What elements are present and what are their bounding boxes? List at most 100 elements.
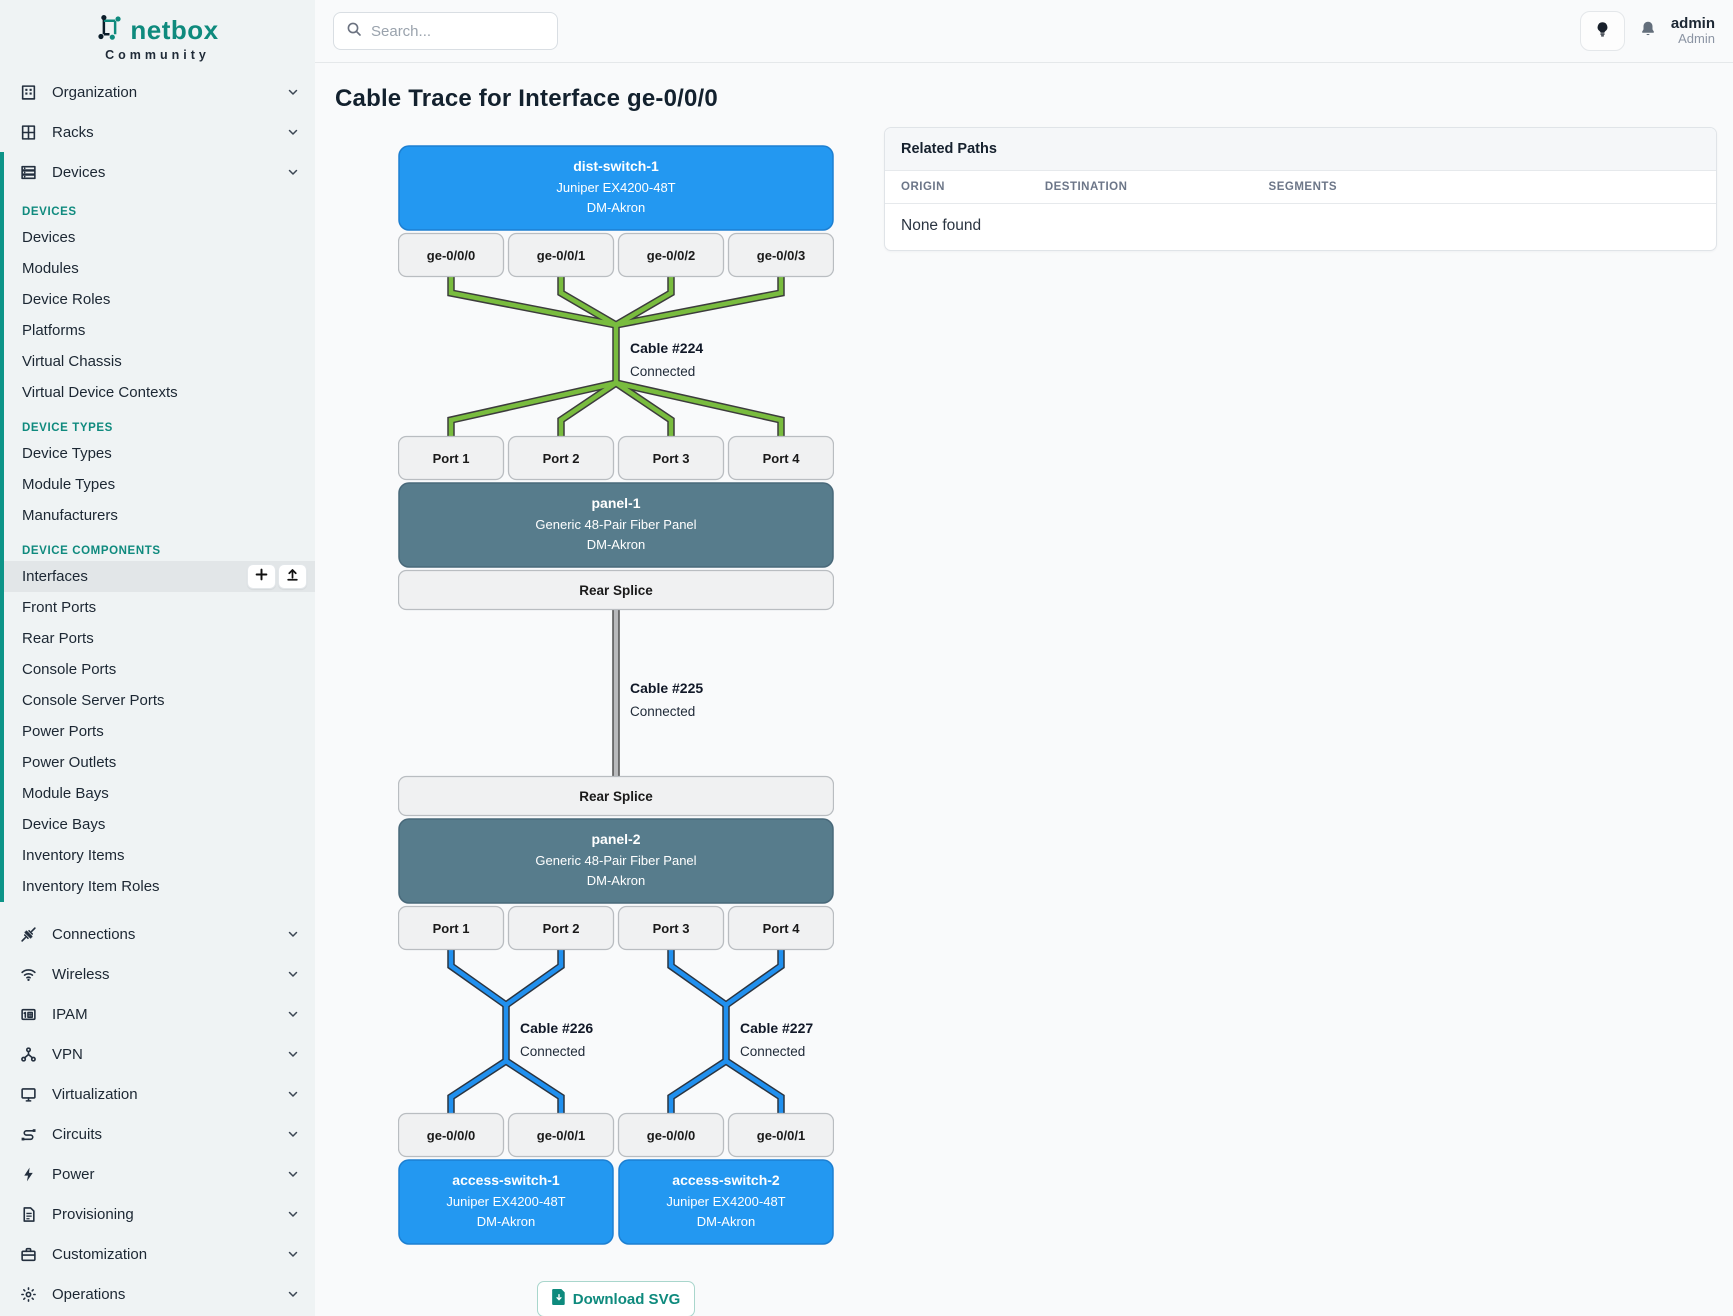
sidebar-group-devices[interactable]: Devices [4, 152, 315, 192]
sidebar-item-device-bays[interactable]: Device Bays [4, 809, 315, 840]
sidebar-item-inventory-item-roles[interactable]: Inventory Item Roles [4, 871, 315, 902]
port-box-port-3[interactable]: Port 3 [619, 437, 724, 480]
sidebar-item-label: Inventory Item Roles [22, 878, 160, 895]
sidebar-item-virtual-device-contexts[interactable]: Virtual Device Contexts [4, 377, 315, 408]
sidebar-item-label: Rear Ports [22, 630, 94, 647]
port-box-ge-0-0-3[interactable]: ge-0/0/3 [729, 234, 834, 277]
chevron-down-icon [287, 928, 299, 940]
cable-cable224: Cable #224Connected [451, 277, 781, 436]
sidebar-group-circuits[interactable]: Circuits [0, 1114, 315, 1154]
cable-label[interactable]: Cable #227 [740, 1020, 813, 1036]
port-box-ge-0-0-0[interactable]: ge-0/0/0 [619, 1114, 724, 1157]
add-interface-button[interactable] [247, 564, 276, 589]
sidebar-item-power-ports[interactable]: Power Ports [4, 716, 315, 747]
search-box[interactable] [333, 12, 558, 50]
sidebar-item-interfaces[interactable]: Interfaces [4, 561, 315, 592]
sidebar-item-console-ports[interactable]: Console Ports [4, 654, 315, 685]
sidebar-item-label: Power Ports [22, 723, 104, 740]
download-svg-button[interactable]: Download SVG [537, 1281, 696, 1316]
port-label: ge-0/0/0 [647, 1128, 695, 1143]
sidebar-item-manufacturers[interactable]: Manufacturers [4, 500, 315, 531]
sidebar-group-virtualization[interactable]: Virtualization [0, 1074, 315, 1114]
port-box-port-1[interactable]: Port 1 [399, 437, 504, 480]
cable-cable226: Cable #226Connected [451, 950, 593, 1113]
sidebar-group-label: Virtualization [52, 1086, 287, 1103]
sidebar-group-customization[interactable]: Customization [0, 1234, 315, 1274]
port-box-ge-0-0-1[interactable]: ge-0/0/1 [729, 1114, 834, 1157]
port-box-port-4[interactable]: Port 4 [729, 907, 834, 950]
sidebar-item-module-types[interactable]: Module Types [4, 469, 315, 500]
sidebar-item-platforms[interactable]: Platforms [4, 315, 315, 346]
cable-trace-column: Cable #224ConnectedCable #225ConnectedCa… [398, 127, 834, 1316]
cable-label[interactable]: Cable #225 [630, 680, 703, 696]
sidebar-item-device-types[interactable]: Device Types [4, 438, 315, 469]
sidebar-group-ipam[interactable]: IPAM [0, 994, 315, 1034]
sidebar-group-organization[interactable]: Organization [0, 72, 315, 112]
sidebar-item-label: Module Types [22, 476, 115, 493]
wifi-icon [20, 966, 37, 983]
sidebar-item-power-outlets[interactable]: Power Outlets [4, 747, 315, 778]
notifications-button[interactable] [1639, 20, 1657, 43]
sidebar-item-module-bays[interactable]: Module Bays [4, 778, 315, 809]
port-box-port-4[interactable]: Port 4 [729, 437, 834, 480]
bolt-icon [20, 1166, 37, 1183]
monitor-icon [20, 1086, 37, 1103]
import-interfaces-button[interactable] [278, 564, 307, 589]
sidebar-group-label: Operations [52, 1286, 287, 1303]
device-model: Generic 48-Pair Fiber Panel [535, 853, 696, 868]
cable-label[interactable]: Cable #224 [630, 340, 703, 356]
device-box-access-switch-1[interactable]: access-switch-1Juniper EX4200-48TDM-Akro… [399, 1160, 613, 1244]
sidebar-group-label: Racks [52, 124, 287, 141]
sidebar-item-modules[interactable]: Modules [4, 253, 315, 284]
sidebar-item-inventory-items[interactable]: Inventory Items [4, 840, 315, 871]
theme-toggle-button[interactable] [1580, 11, 1625, 51]
device-box-panel-2[interactable]: panel-2Generic 48-Pair Fiber PanelDM-Akr… [399, 819, 833, 903]
rear-splice-box[interactable]: Rear Splice [399, 777, 834, 816]
sidebar-group-connections[interactable]: Connections [0, 914, 315, 954]
sidebar-item-devices[interactable]: Devices [4, 222, 315, 253]
sidebar-group-racks[interactable]: Racks [0, 112, 315, 152]
cable-cable225: Cable #225Connected [616, 610, 703, 776]
port-box-ge-0-0-1[interactable]: ge-0/0/1 [509, 1114, 614, 1157]
sidebar-item-virtual-chassis[interactable]: Virtual Chassis [4, 346, 315, 377]
brand[interactable]: netbox Community [0, 0, 315, 72]
ipam-icon [20, 1006, 37, 1023]
port-box-ge-0-0-1[interactable]: ge-0/0/1 [509, 234, 614, 277]
device-box-access-switch-2[interactable]: access-switch-2Juniper EX4200-48TDM-Akro… [619, 1160, 833, 1244]
port-box-port-2[interactable]: Port 2 [509, 437, 614, 480]
circuit-icon [20, 1126, 37, 1143]
rack-icon [20, 124, 37, 141]
port-label: ge-0/0/1 [537, 1128, 585, 1143]
sidebar-group-vpn[interactable]: VPN [0, 1034, 315, 1074]
port-label: Port 2 [543, 451, 580, 466]
cable-label[interactable]: Cable #226 [520, 1020, 593, 1036]
chevron-down-icon [287, 1248, 299, 1260]
sidebar-item-label: Manufacturers [22, 507, 118, 524]
sidebar-item-device-roles[interactable]: Device Roles [4, 284, 315, 315]
device-name: dist-switch-1 [573, 158, 659, 174]
port-box-port-3[interactable]: Port 3 [619, 907, 724, 950]
port-box-port-1[interactable]: Port 1 [399, 907, 504, 950]
device-box-panel-1[interactable]: panel-1Generic 48-Pair Fiber PanelDM-Akr… [399, 483, 833, 567]
port-box-ge-0-0-2[interactable]: ge-0/0/2 [619, 234, 724, 277]
port-box-ge-0-0-0[interactable]: ge-0/0/0 [399, 234, 504, 277]
sidebar-group-provisioning[interactable]: Provisioning [0, 1194, 315, 1234]
user-menu[interactable]: admin Admin [1671, 15, 1715, 47]
port-box-port-2[interactable]: Port 2 [509, 907, 614, 950]
search-input[interactable] [371, 23, 570, 40]
sidebar-item-label: Platforms [22, 322, 85, 339]
gear-icon [20, 1286, 37, 1303]
building-icon [20, 84, 37, 101]
sidebar-section-header: DEVICES [4, 192, 315, 222]
port-box-ge-0-0-0[interactable]: ge-0/0/0 [399, 1114, 504, 1157]
sidebar-item-front-ports[interactable]: Front Ports [4, 592, 315, 623]
sidebar-item-rear-ports[interactable]: Rear Ports [4, 623, 315, 654]
rear-splice-box[interactable]: Rear Splice [399, 571, 834, 610]
sidebar-item-console-server-ports[interactable]: Console Server Ports [4, 685, 315, 716]
sidebar-group-operations[interactable]: Operations [0, 1274, 315, 1314]
sidebar-group-power[interactable]: Power [0, 1154, 315, 1194]
sidebar-group-label: VPN [52, 1046, 287, 1063]
device-box-dist-switch-1[interactable]: dist-switch-1Juniper EX4200-48TDM-Akron [399, 146, 833, 230]
port-label: Port 4 [763, 451, 801, 466]
sidebar-group-wireless[interactable]: Wireless [0, 954, 315, 994]
